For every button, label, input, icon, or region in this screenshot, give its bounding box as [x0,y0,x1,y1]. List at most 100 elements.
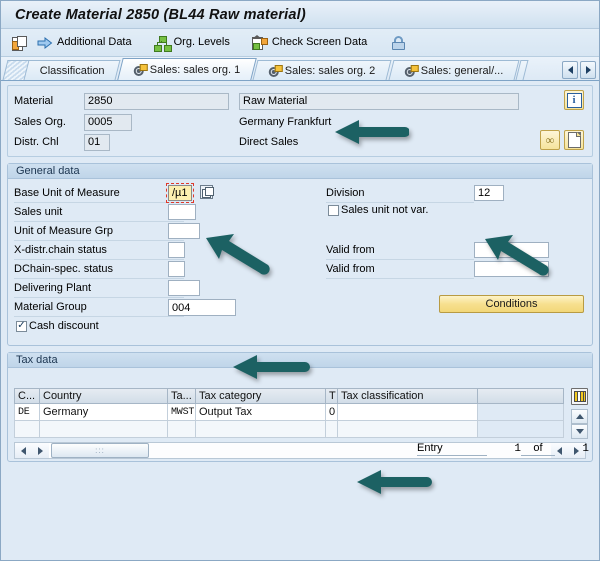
cell-filler [478,404,564,421]
sales-unit-not-var-checkbox[interactable] [328,205,339,216]
tab-sales-sales-org-1[interactable]: Sales: sales org. 1 [117,58,256,80]
grip-icon: ::: [95,448,105,454]
delivering-plant-input[interactable] [168,280,200,296]
cell-tax-key[interactable] [168,421,196,438]
arrow-right-icon [37,35,53,51]
lock-button[interactable] [385,32,413,54]
tab-navigation [562,61,596,79]
unit-measure-grp-input[interactable] [168,223,200,239]
unit-measure-grp-row: Unit of Measure Grp [14,221,184,241]
org-levels-button[interactable]: Org. Levels [148,32,236,54]
division-label: Division [326,187,365,199]
cell-tax-category[interactable] [196,421,326,438]
table-row[interactable]: DE Germany MWST Output Tax 0 [14,404,564,421]
division-input[interactable]: 12 [474,185,504,201]
entry-total: 1 [555,443,589,456]
sales-org-description: Germany Frankfurt [239,116,331,128]
sales-org-input[interactable]: 0005 [84,114,132,131]
material-group-row: Material Group [14,297,184,317]
cell-country-key[interactable] [14,421,40,438]
cell-t[interactable]: 0 [326,404,338,421]
column-header-tax-key[interactable]: Ta... [168,388,196,404]
checkmark-icon: ✓ [17,321,25,331]
new-page-button[interactable] [564,130,584,150]
entry-counter: Entry 1 of 1 [417,442,589,456]
general-data-body: Base Unit of Measure /µ1 Sales unit Unit… [8,179,592,346]
column-header-country[interactable]: Country [40,388,168,404]
cell-tax-classification[interactable] [338,404,478,421]
additional-data-label: Additional Data [57,37,132,48]
scroll-up-icon [576,414,584,419]
cash-discount-checkbox-row[interactable]: ✓ Cash discount [16,320,99,332]
tab-strip: Classification Sales: sales org. 1 Sales… [1,57,599,81]
sales-tab-icon [269,65,281,77]
table-vertical-scrollbar[interactable] [571,409,588,439]
unit-measure-grp-label: Unit of Measure Grp [14,225,113,237]
entry-current: 1 [487,443,521,456]
page-title: Create Material 2850 (BL44 Raw material) [15,7,306,23]
sales-unit-input[interactable] [168,204,196,220]
x-distr-chain-status-label: X-distr.chain status [14,244,107,256]
material-input[interactable]: 2850 [84,93,229,110]
cell-country[interactable]: Germany [40,404,168,421]
valid-from-1-input[interactable] [474,242,549,258]
material-description-input[interactable]: Raw Material [239,93,519,110]
conditions-button-label: Conditions [486,298,538,310]
cell-country[interactable] [40,421,168,438]
tab-scroll-right-button[interactable] [580,61,596,79]
cell-t[interactable] [326,421,338,438]
cell-country-key[interactable]: DE [14,404,40,421]
tab-sales-sales-org-2[interactable]: Sales: sales org. 2 [253,60,391,80]
tab-sales-general-label: Sales: general/... [421,65,504,77]
cell-tax-category[interactable]: Output Tax [196,404,326,421]
x-distr-chain-status-input[interactable] [168,242,185,258]
distr-chl-row: Distr. Chl 01 Direct Sales [8,132,592,152]
column-header-country-key[interactable]: C... [14,388,40,404]
sales-unit-label: Sales unit [14,206,62,218]
distr-chl-input[interactable]: 01 [84,134,110,151]
column-header-tax-classification[interactable]: Tax classification [338,388,478,404]
tab-classification[interactable]: Classification [24,60,121,80]
triangle-left-icon [568,66,573,74]
valid-from-1-row: Valid from [326,240,474,260]
glasses-icon: ∞ [546,134,555,146]
paste-icon [11,35,27,51]
tab-scroll-left-button[interactable] [562,61,578,79]
lock-icon [391,35,407,51]
conditions-button[interactable]: Conditions [439,295,584,313]
general-data-title: General data [16,165,80,177]
dchain-spec-status-input[interactable] [168,261,185,277]
window-title-bar: Create Material 2850 (BL44 Raw material) [1,1,599,29]
x-distr-chain-status-row: X-distr.chain status [14,240,184,260]
tab-sales-general[interactable]: Sales: general/... [388,60,519,80]
column-header-tax-category[interactable]: Tax category [196,388,326,404]
material-group-input[interactable]: 004 [168,299,236,316]
scroll-right-button[interactable] [32,443,49,458]
sales-unit-not-var-row[interactable]: Sales unit not var. [328,204,428,216]
table-row[interactable] [14,421,564,438]
info-icon: i [567,93,582,108]
triangle-right-icon [586,66,591,74]
glasses-button[interactable]: ∞ [540,130,560,150]
hscroll-thumb[interactable]: ::: [51,443,149,458]
cell-tax-key[interactable]: MWST [168,404,196,421]
base-unit-match-code-button[interactable] [200,185,213,199]
tab-sales-sales-org-1-label: Sales: sales org. 1 [150,64,241,76]
sap-create-material-window: Create Material 2850 (BL44 Raw material)… [0,0,600,561]
scroll-right-icon [38,447,43,455]
info-button[interactable]: i [564,90,584,110]
tab-classification-label: Classification [40,65,105,77]
cell-filler [478,421,564,438]
valid-from-2-input[interactable] [474,261,549,277]
cell-tax-classification[interactable] [338,421,478,438]
paste-button[interactable] [9,32,29,54]
scroll-up-button[interactable] [571,409,588,424]
scroll-left-button[interactable] [15,443,32,458]
column-config-button[interactable] [571,388,588,405]
scroll-down-button[interactable] [571,424,588,439]
column-header-t[interactable]: T [326,388,338,404]
additional-data-button[interactable]: Additional Data [31,32,138,54]
check-screen-data-button[interactable]: Check Screen Data [246,32,373,54]
application-toolbar: Additional Data Org. Levels Check Screen… [1,29,599,57]
cash-discount-checkbox[interactable]: ✓ [16,321,27,332]
